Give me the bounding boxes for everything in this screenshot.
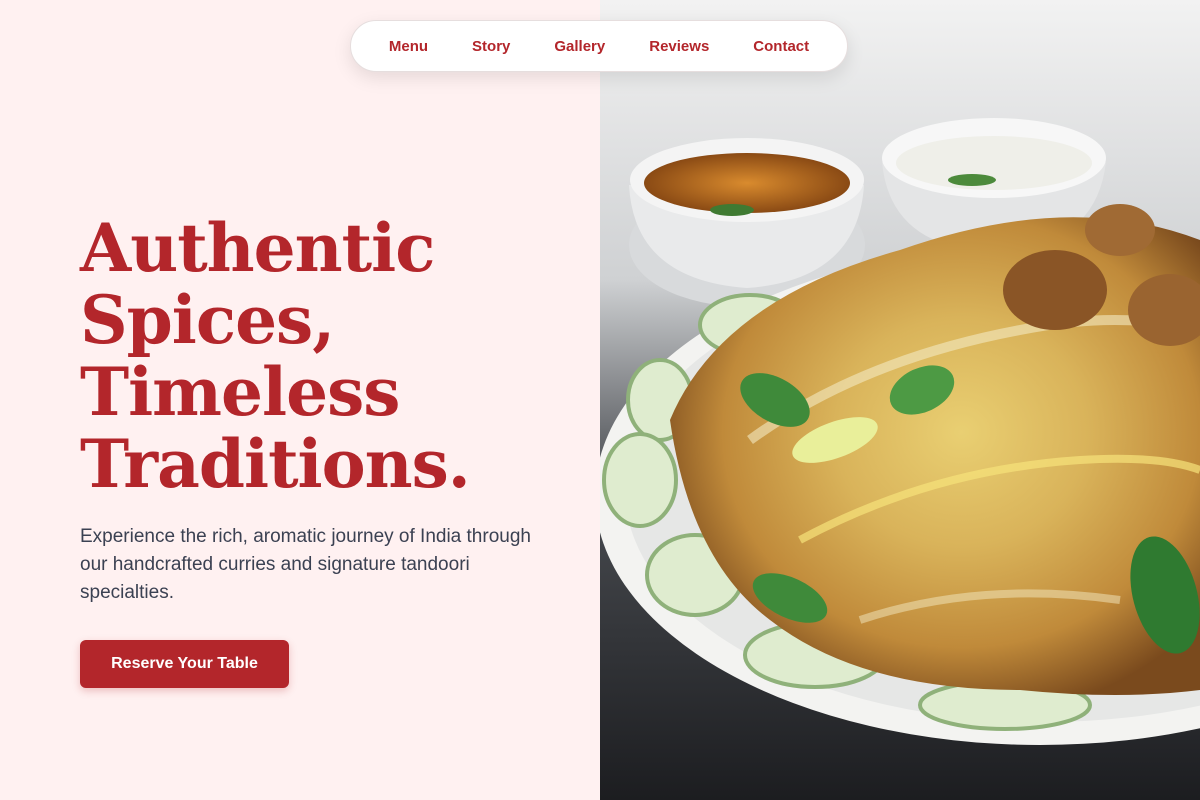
- headline-line: Authentic: [80, 209, 435, 287]
- nav-link-menu[interactable]: Menu: [367, 38, 450, 55]
- headline-line: Traditions.: [80, 425, 471, 503]
- hero-food-image: [600, 0, 1200, 800]
- headline-line: Timeless: [80, 353, 400, 431]
- nav-link-contact[interactable]: Contact: [731, 38, 831, 55]
- reserve-table-button[interactable]: Reserve Your Table: [80, 640, 289, 688]
- hero-subtitle: Experience the rich, aromatic journey of…: [80, 526, 531, 603]
- nav-link-reviews[interactable]: Reviews: [627, 38, 731, 55]
- nav-link-story[interactable]: Story: [450, 38, 532, 55]
- top-nav: Menu Story Gallery Reviews Contact: [350, 20, 848, 72]
- nav-link-gallery[interactable]: Gallery: [532, 38, 627, 55]
- hero-headline: Authentic Spices, Timeless Traditions.: [80, 212, 580, 500]
- headline-line: Spices,: [80, 281, 335, 359]
